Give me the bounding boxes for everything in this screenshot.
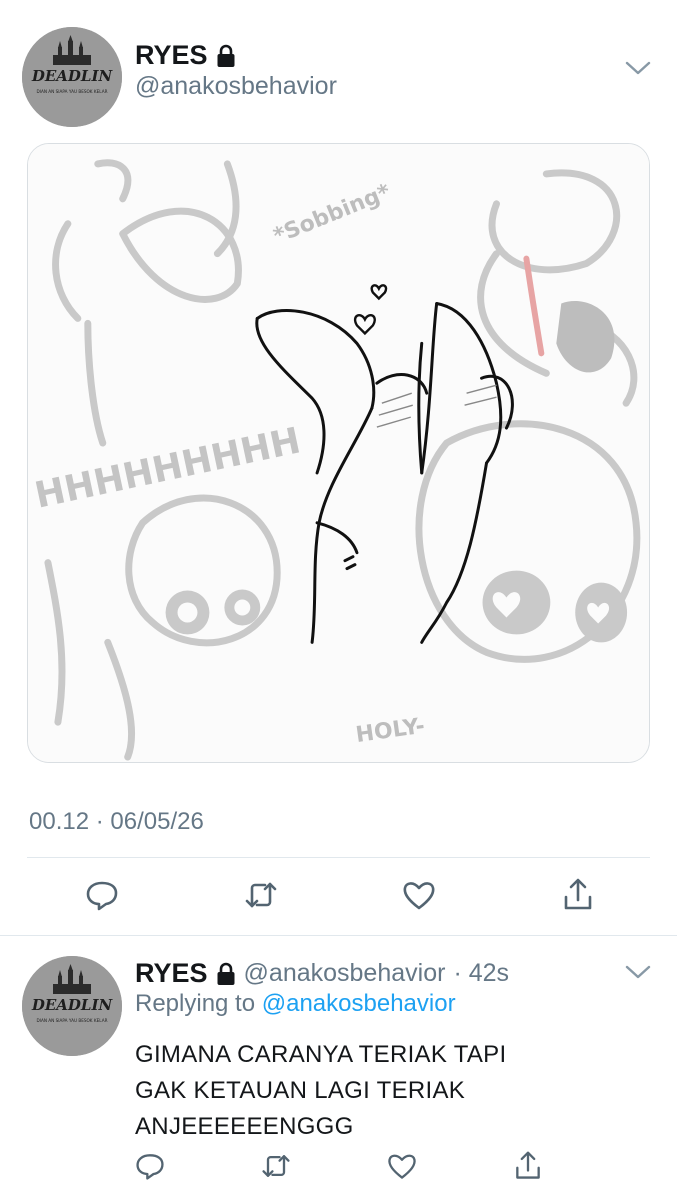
replying-prefix: Replying to: [135, 990, 256, 1017]
lock-icon: [216, 962, 236, 986]
retweet-icon[interactable]: [260, 1150, 292, 1182]
tweet-actions: [84, 877, 596, 913]
reply-icon[interactable]: [84, 877, 120, 913]
reply-text-line: ANJEEEEEENGGG: [135, 1113, 354, 1140]
author-name[interactable]: RYES: [135, 40, 236, 71]
tweet-image[interactable]: *Sobbing* HHHHHHHHH HOLY-: [27, 143, 650, 763]
svg-text:DIAN AN SIAPA YAU BESOK KELAR: DIAN AN SIAPA YAU BESOK KELAR: [37, 1018, 108, 1023]
avatar[interactable]: DEADLIN DIAN AN SIAPA YAU BESOK KELAR: [22, 27, 122, 127]
lock-icon: [216, 44, 236, 68]
chevron-down-icon[interactable]: [624, 58, 652, 78]
chevron-down-icon[interactable]: [624, 962, 652, 982]
tweet-timestamp[interactable]: 00.12 · 06/05/26: [29, 808, 204, 836]
retweet-icon[interactable]: [243, 877, 279, 913]
reply-text: GIMANA CARANYA TERIAK TAPI GAK KETAUAN L…: [135, 1037, 605, 1145]
avatar[interactable]: DEADLIN DIAN AN SIAPA YAU BESOK KELAR: [22, 956, 122, 1056]
author-name[interactable]: RYES: [135, 958, 236, 989]
sketch-drawing: *Sobbing* HHHHHHHHH HOLY-: [28, 144, 649, 762]
heart-icon[interactable]: [401, 877, 437, 913]
svg-text:DEADLIN: DEADLIN: [31, 67, 114, 85]
replying-to-link[interactable]: @anakosbehavior: [262, 990, 456, 1017]
divider: [27, 857, 650, 858]
reply-text-line: GAK KETAUAN LAGI TERIAK: [135, 1077, 466, 1104]
avatar-image: DEADLIN DIAN AN SIAPA YAU BESOK KELAR: [22, 956, 122, 1056]
author-handle[interactable]: @anakosbehavior: [135, 72, 337, 101]
reply-text-line: GIMANA CARANYA TERIAK TAPI: [135, 1041, 507, 1068]
svg-text:DEADLIN: DEADLIN: [31, 996, 114, 1014]
reply-author-line: RYES @anakosbehavior · 42s: [135, 958, 509, 989]
reply-icon[interactable]: [134, 1150, 166, 1182]
share-icon[interactable]: [512, 1150, 544, 1182]
reply-actions: [134, 1150, 544, 1182]
avatar-image: DEADLIN DIAN AN SIAPA YAU BESOK KELAR: [22, 27, 122, 127]
svg-text:DIAN AN SIAPA YAU BESOK KELAR: DIAN AN SIAPA YAU BESOK KELAR: [37, 89, 108, 94]
author-handle[interactable]: @anakosbehavior: [244, 959, 446, 988]
reply-time[interactable]: · 42s: [453, 959, 509, 988]
divider: [0, 935, 677, 936]
heart-icon[interactable]: [386, 1150, 418, 1182]
replying-to: Replying to @anakosbehavior: [135, 990, 456, 1018]
share-icon[interactable]: [560, 877, 596, 913]
